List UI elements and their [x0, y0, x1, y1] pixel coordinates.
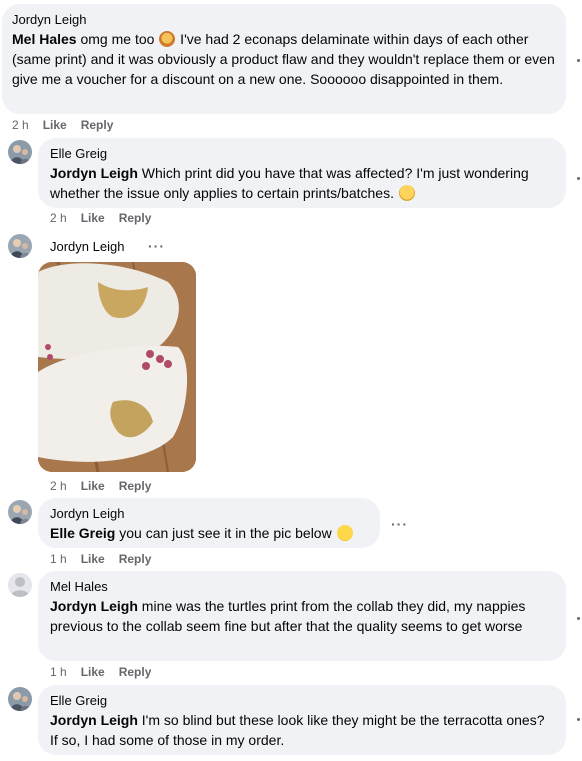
more-options-icon[interactable]	[577, 718, 580, 721]
comment-actions: 1 h Like Reply	[50, 552, 165, 566]
avatar[interactable]	[8, 687, 32, 711]
comment-author[interactable]: Elle Greig	[50, 693, 554, 709]
comment-author[interactable]: Mel Hales	[50, 579, 554, 595]
mention-link[interactable]: Mel Hales	[12, 31, 77, 47]
face-palm-emoji	[159, 31, 176, 47]
avatar-image	[8, 687, 32, 711]
comment-actions: 2 h Like Reply	[12, 118, 127, 132]
comment-timestamp[interactable]: 2 h	[12, 118, 29, 132]
smiling-face-emoji	[336, 525, 353, 541]
comment-bubble: Elle Greig Jordyn Leigh I'm so blind but…	[38, 685, 566, 755]
comment-bubble: Mel Hales Jordyn Leigh mine was the turt…	[38, 571, 566, 661]
reply-button[interactable]: Reply	[119, 479, 152, 493]
reply-button[interactable]: Reply	[119, 211, 152, 225]
avatar[interactable]	[8, 573, 32, 597]
avatar[interactable]	[8, 500, 32, 524]
nappy-photo-image	[38, 262, 196, 472]
like-button[interactable]: Like	[81, 211, 105, 225]
comment-actions: 2 h Like Reply	[50, 479, 165, 493]
comment-timestamp[interactable]: 1 h	[50, 665, 67, 679]
comment-text: Jordyn Leigh I'm so blind but these look…	[50, 710, 554, 750]
comment-author[interactable]: Jordyn Leigh	[50, 506, 368, 522]
comment-bubble: Elle Greig Jordyn Leigh Which print did …	[38, 138, 566, 208]
like-button[interactable]: Like	[43, 118, 67, 132]
comment-text: Jordyn Leigh mine was the turtles print …	[50, 596, 554, 636]
more-options-icon[interactable]	[577, 177, 580, 180]
mention-link[interactable]: Jordyn Leigh	[50, 165, 138, 181]
more-options-icon[interactable]	[577, 59, 580, 62]
comment-actions: 2 h Like Reply	[50, 211, 165, 225]
comment-bubble: Jordyn Leigh Elle Greig you can just see…	[38, 498, 380, 548]
comment-actions: 1 h Like Reply	[50, 665, 165, 679]
default-avatar-icon	[8, 573, 32, 597]
more-options-icon[interactable]	[577, 617, 580, 620]
comment-timestamp[interactable]: 2 h	[50, 479, 67, 493]
avatar[interactable]	[8, 140, 32, 164]
comment-author[interactable]: Jordyn Leigh	[50, 239, 124, 255]
comment-text-part: you can just see it in the pic below	[115, 525, 332, 541]
reply-button[interactable]: Reply	[119, 552, 152, 566]
like-button[interactable]: Like	[81, 665, 105, 679]
comment-text: Elle Greig you can just see it in the pi…	[50, 523, 368, 543]
mention-link[interactable]: Jordyn Leigh	[50, 712, 138, 728]
comment-author[interactable]: Elle Greig	[50, 146, 554, 162]
more-options-icon[interactable]: ···	[391, 517, 408, 531]
like-button[interactable]: Like	[81, 552, 105, 566]
avatar[interactable]	[8, 234, 32, 258]
comment-text: Mel Hales omg me too I've had 2 econaps …	[12, 29, 556, 89]
like-button[interactable]: Like	[81, 479, 105, 493]
avatar-image	[8, 140, 32, 164]
comment-author[interactable]: Jordyn Leigh	[12, 12, 556, 28]
mention-link[interactable]: Elle Greig	[50, 525, 115, 541]
comment-text-part: omg me too	[76, 31, 159, 47]
more-options-icon[interactable]: ···	[148, 239, 165, 253]
comment-timestamp[interactable]: 1 h	[50, 552, 67, 566]
comment-text: Jordyn Leigh Which print did you have th…	[50, 163, 554, 203]
comment-timestamp[interactable]: 2 h	[50, 211, 67, 225]
reply-button[interactable]: Reply	[119, 665, 152, 679]
cloth-nappy-photo[interactable]	[38, 262, 196, 472]
reply-button[interactable]: Reply	[81, 118, 114, 132]
comment-bubble: Jordyn Leigh Mel Hales omg me too I've h…	[2, 4, 566, 114]
avatar-image	[8, 234, 32, 258]
mention-link[interactable]: Jordyn Leigh	[50, 598, 138, 614]
thinking-face-emoji	[398, 185, 415, 201]
avatar-image	[8, 500, 32, 524]
